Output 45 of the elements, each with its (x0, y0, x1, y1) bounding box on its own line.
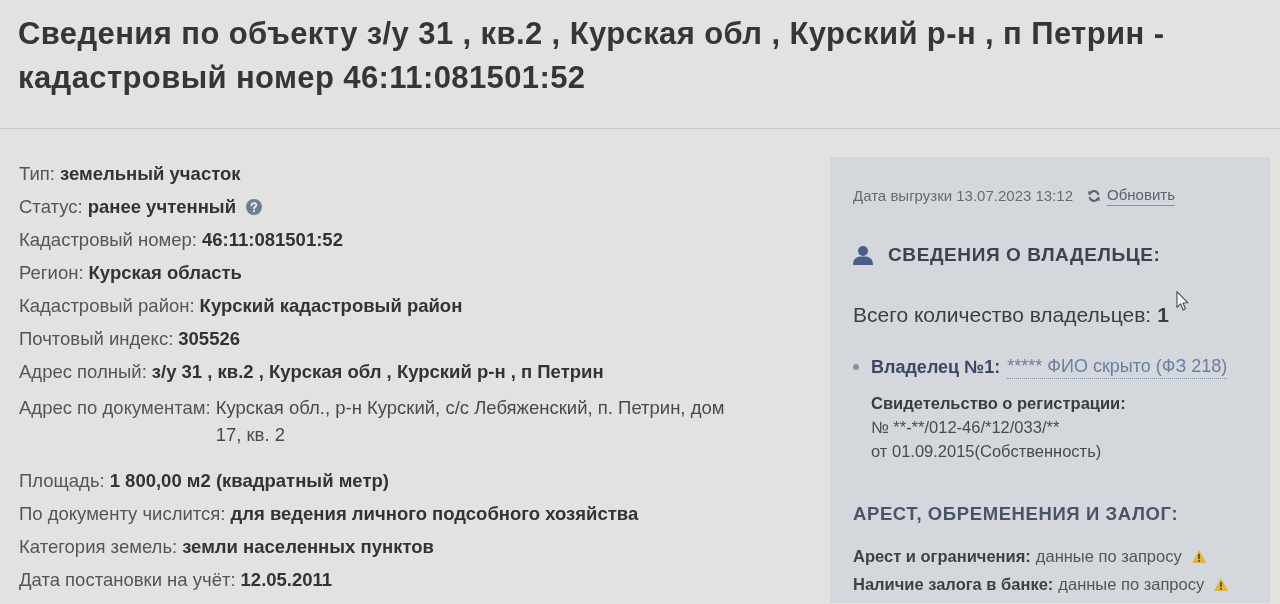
bullet-icon (853, 363, 859, 370)
field-label: Регион: (19, 262, 84, 284)
field-value: земельный участок (60, 163, 241, 185)
owner-label: Владелец №1: (871, 355, 1001, 379)
field-value: ранее учтенный (87, 196, 236, 218)
refresh-link[interactable]: Обновить (1107, 185, 1175, 206)
certificate-date: от 01.09.2015(Собственность) (871, 441, 1103, 462)
field-label: Адрес по документам: (19, 396, 211, 420)
field-value: земли населенных пунктов (182, 536, 434, 558)
section-heading: АРЕСТ, ОБРЕМЕНЕНИЯ И ЗАЛОГ: (853, 502, 1180, 526)
owner-name-link[interactable]: ***** ФИО скрыто (ФЗ 218) (1007, 354, 1228, 379)
cursor-icon (1176, 291, 1189, 311)
field-value: 12.05.2011 (240, 569, 333, 591)
encumbrance-label: Наличие залога в банке: (853, 574, 1054, 595)
field-label: Кадастровый район: (19, 295, 195, 317)
section-heading: СВЕДЕНИЯ О ВЛАДЕЛЬЦЕ: (888, 243, 1161, 267)
field-label: Адрес полный: (19, 361, 147, 383)
field-value: Курская обл., р-н Курский, с/с Лебяженский, п. Петрин, дом 17, кв. 2 (215, 396, 726, 447)
export-date: Дата выгрузки 13.07.2023 13:12 (853, 185, 1074, 206)
field-value: з/у 31 , кв.2 , Курская обл , Курский р-н , п Петрин (151, 361, 604, 383)
certificate-number: № **-**/012-46/*12/033/** (871, 417, 1061, 438)
field-label: По документу числится: (19, 503, 226, 525)
field-label: Дата постановки на учёт: (19, 569, 236, 591)
encumbrance-value: данные по запросу (1035, 546, 1182, 567)
encumbrance-label: Арест и ограничения: (853, 546, 1031, 567)
field-value: 305526 (178, 328, 241, 350)
field-value: 46:11:081501:52 (202, 229, 343, 251)
refresh-icon[interactable] (1087, 188, 1102, 203)
owner-count-label: Всего количество владельцев: (853, 303, 1152, 326)
person-icon (853, 245, 873, 265)
field-label: Площадь: (19, 470, 105, 492)
encumbrance-value: данные по запросу (1058, 574, 1205, 595)
page-title: Сведения по объекту з/у 31 , кв.2 , Курская обл , Курский р-н , п Петрин - кадастровый номер 46:11:081501:52 (0, 0, 1280, 129)
field-value: Курский кадастровый район (199, 295, 463, 317)
help-icon[interactable] (246, 199, 262, 215)
field-label: Почтовый индекс: (19, 328, 174, 350)
field-label: Категория земель: (19, 536, 178, 558)
field-value: для ведения личного подсобного хозяйства (230, 503, 639, 525)
field-value: 1 800,00 м2 (квадратный метр) (109, 470, 389, 492)
field-value: Курская область (88, 262, 242, 284)
field-label: Статус: (19, 196, 83, 218)
field-label: Тип: (19, 163, 55, 185)
certificate-heading: Свидетельство о регистрации: (871, 393, 1127, 414)
field-label: Кадастровый номер: (19, 229, 197, 251)
owner-count-value: 1 (1157, 303, 1169, 326)
